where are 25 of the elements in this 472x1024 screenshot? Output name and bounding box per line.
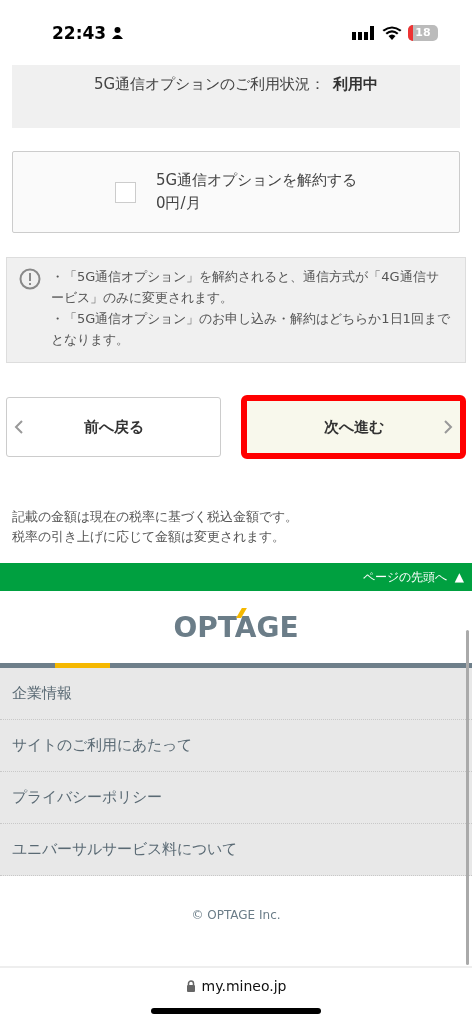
next-button[interactable]: 次へ進む — [241, 395, 466, 459]
warning-icon — [19, 268, 41, 290]
usage-label: 5G通信オプションのご利用状況： — [93, 75, 326, 95]
home-indicator[interactable] — [151, 1008, 321, 1014]
usage-value: 利用中 — [333, 75, 379, 95]
option-price: 0円/月 — [155, 194, 202, 213]
copyright: © OPTAGE Inc. — [191, 908, 281, 924]
up-arrow-icon: ▲ — [454, 570, 464, 584]
battery-icon: 18 — [408, 24, 438, 41]
lock-icon — [185, 980, 196, 992]
notice-text: ・「5G通信オプション」を解約されると、通信方式が「4G通信サービス」のみに変更されます。 — [51, 268, 440, 307]
option-title: 5G通信オプションを解約する — [155, 171, 358, 190]
page-top-link[interactable]: ページの先頭へ — [362, 568, 447, 586]
optage-logo: OPTAGE — [173, 610, 299, 644]
chevron-left-icon — [13, 419, 25, 435]
signal-icon — [352, 25, 376, 40]
chevron-right-icon — [442, 419, 454, 435]
tax-note: 記載の金額は現在の税率に基づく税込金額です。 税率の引き上げに応じて金額は変更されます。 — [12, 508, 299, 546]
url-text[interactable]: my.mineo.jp — [201, 978, 287, 994]
notice-text: ・「5G通信オプション」のお申し込み・解約はどちらか1日1回までとなります。 — [51, 310, 451, 349]
wifi-icon — [382, 25, 402, 40]
status-time: 22:43 — [52, 22, 107, 43]
checkbox[interactable] — [114, 181, 136, 203]
person-icon — [112, 26, 124, 39]
back-button[interactable]: 前へ戻る — [6, 397, 221, 457]
